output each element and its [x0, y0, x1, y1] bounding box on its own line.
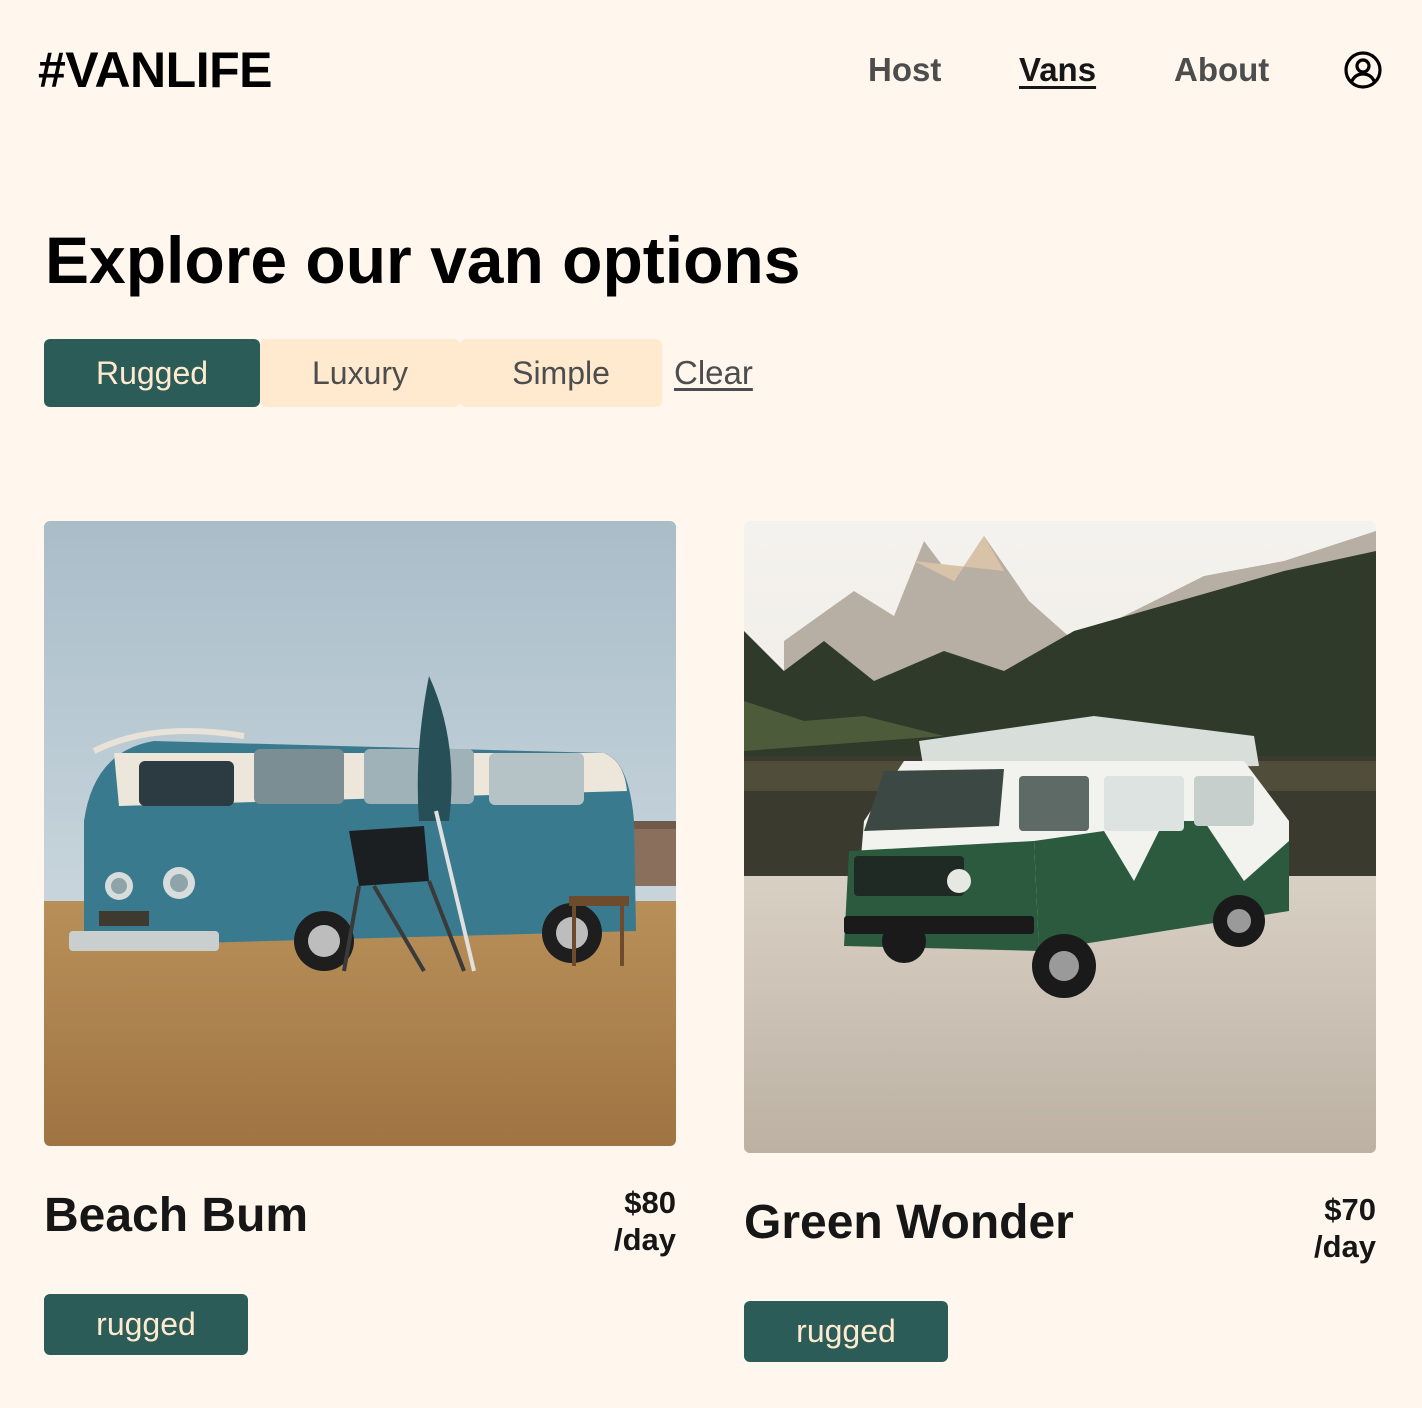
- van-price: $70 /day: [1314, 1191, 1376, 1265]
- site-logo[interactable]: #VANLIFE: [38, 40, 273, 100]
- van-price: $80 /day: [614, 1184, 676, 1258]
- van-info: Beach Bum $80 /day: [44, 1185, 676, 1268]
- van-price-unit: /day: [613, 1222, 676, 1257]
- clear-filters-link[interactable]: Clear: [674, 354, 753, 392]
- van-price-unit: /day: [1313, 1229, 1376, 1264]
- van-price-amount: $70: [1324, 1192, 1376, 1227]
- site-header: #VANLIFE Host Vans About: [0, 0, 1422, 140]
- van-price-amount: $80: [624, 1185, 676, 1220]
- van-image-green-wonder[interactable]: [744, 521, 1376, 1153]
- page-title: Explore our van options: [45, 223, 801, 297]
- van-image-beach-bum[interactable]: [44, 521, 676, 1146]
- nav-link-vans[interactable]: Vans: [1019, 50, 1096, 90]
- filter-button-simple[interactable]: Simple: [460, 339, 662, 407]
- van-card[interactable]: Green Wonder $70 /day rugged: [744, 521, 1376, 1362]
- user-circle-icon[interactable]: [1343, 50, 1383, 90]
- van-type-badge: rugged: [44, 1294, 248, 1355]
- van-info: Green Wonder $70 /day: [744, 1192, 1376, 1275]
- van-name: Beach Bum: [44, 1189, 309, 1242]
- van-name: Green Wonder: [744, 1196, 1074, 1249]
- nav-link-about[interactable]: About: [1174, 50, 1269, 90]
- filter-button-luxury[interactable]: Luxury: [260, 339, 460, 407]
- filter-button-rugged[interactable]: Rugged: [44, 339, 260, 407]
- filter-bar: Rugged Luxury Simple Clear: [44, 339, 753, 407]
- nav-link-host[interactable]: Host: [868, 50, 941, 90]
- van-type-badge: rugged: [744, 1301, 948, 1362]
- van-card[interactable]: Beach Bum $80 /day rugged: [44, 521, 676, 1355]
